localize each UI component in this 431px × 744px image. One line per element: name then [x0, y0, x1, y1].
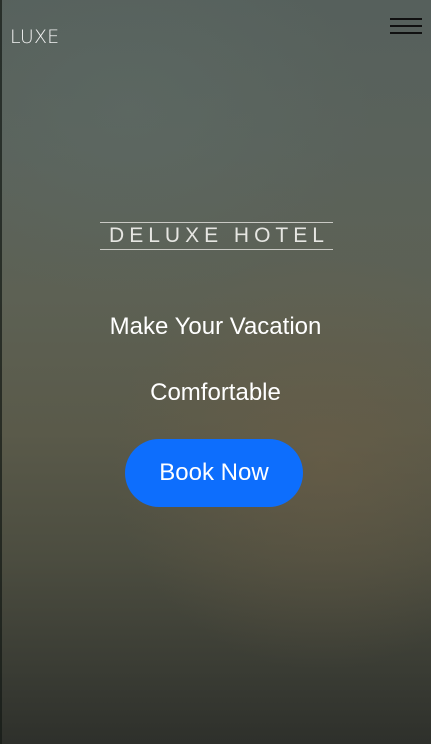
- brand-logo[interactable]: LUXE: [10, 26, 59, 48]
- hero-headline-line-2: Comfortable: [150, 379, 281, 406]
- menu-line-middle: [390, 25, 422, 27]
- menu-line-bottom: [390, 32, 422, 34]
- hero-subtitle-frame: DELUXE HOTEL: [100, 222, 333, 250]
- hero-subtitle: DELUXE HOTEL: [109, 224, 329, 247]
- hero-section: LUXE DELUXE HOTEL Make Your Vacation Com…: [0, 0, 431, 744]
- book-now-button[interactable]: Book Now: [125, 439, 303, 507]
- page-left-border: [0, 0, 2, 744]
- menu-line-top: [390, 18, 422, 20]
- hero-headline-line-1: Make Your Vacation: [109, 313, 322, 340]
- hamburger-menu-icon[interactable]: [388, 16, 424, 36]
